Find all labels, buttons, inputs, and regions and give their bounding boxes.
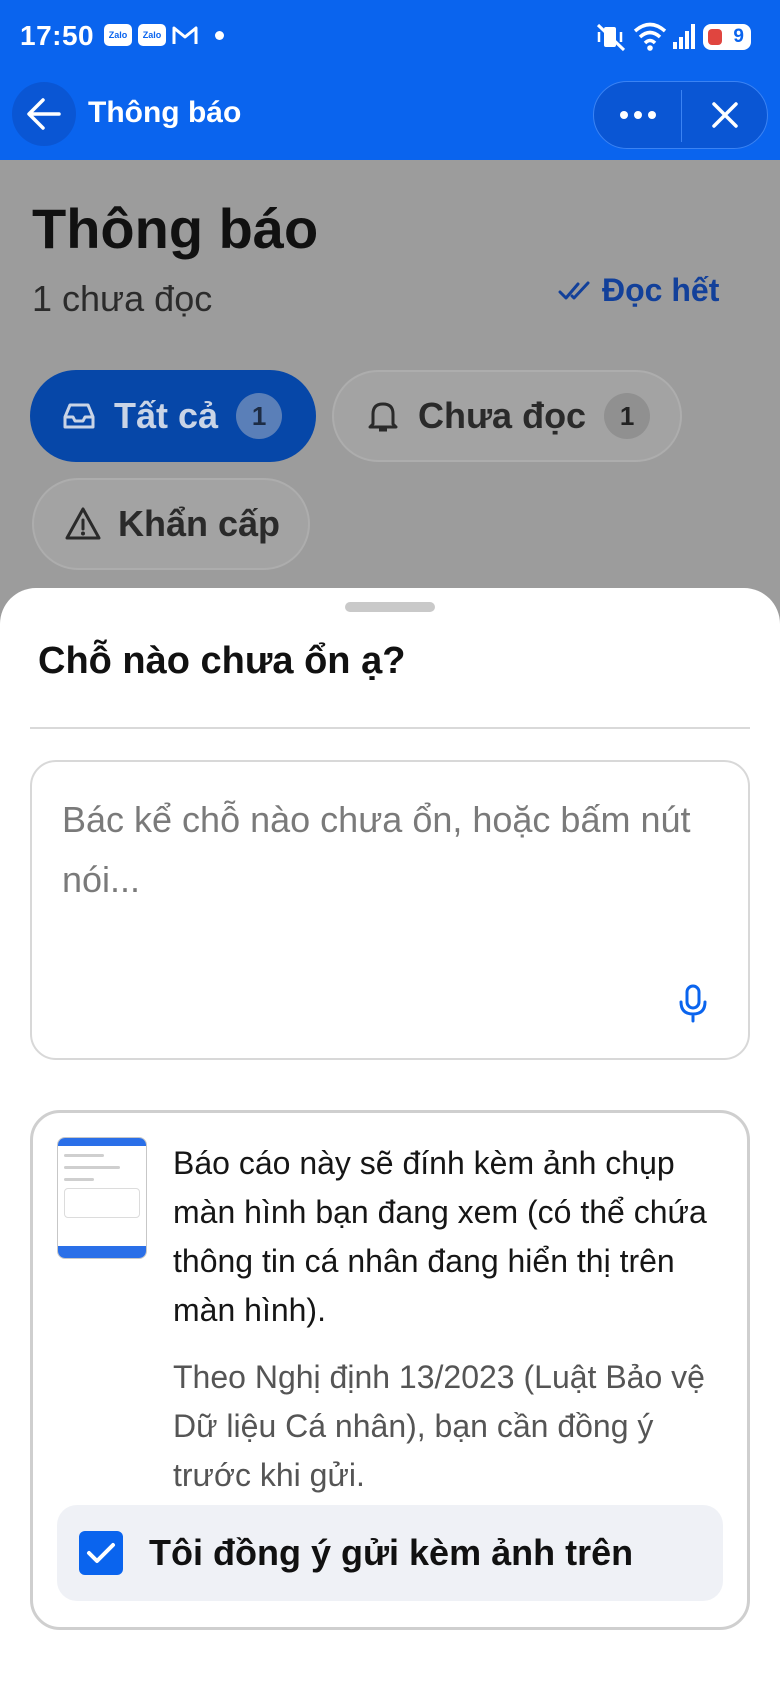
close-icon [712, 102, 738, 128]
more-options-button[interactable] [594, 82, 681, 148]
page-title: Thông báo [32, 197, 319, 260]
header-title: Thông báo [88, 96, 242, 129]
status-time: 17:50 [20, 20, 95, 51]
filter-chip-urgent-label: Khẩn cấp [118, 503, 281, 544]
cellular-signal-icon [673, 24, 695, 49]
feedback-input-box[interactable] [30, 760, 750, 1060]
zalo-notification-icon-2: Zalo [138, 24, 166, 46]
unread-count-text: 1 chưa đọc [32, 278, 213, 319]
checkmark-icon [87, 1543, 115, 1563]
notification-dot-icon [215, 31, 224, 40]
filter-chip-unread-label: Chưa đọc [418, 395, 587, 436]
sheet-title: Chỗ nào chưa ổn ạ? [38, 640, 406, 682]
bell-icon [368, 402, 398, 432]
sheet-divider [30, 727, 750, 729]
filter-chip-all-count: 1 [236, 393, 283, 439]
inbox-icon [63, 403, 95, 429]
feedback-bottom-sheet: Chỗ nào chưa ổn ạ? Báo cáo này sẽ đính k… [0, 588, 780, 1690]
read-all-button[interactable]: Đọc hết [558, 272, 719, 309]
arrow-left-icon [27, 98, 61, 130]
gmail-icon [172, 26, 198, 44]
back-button[interactable] [12, 82, 76, 146]
read-all-label: Đọc hết [602, 272, 720, 308]
screenshot-thumbnail[interactable] [57, 1137, 147, 1259]
battery-icon: 9 [703, 24, 751, 50]
screenshot-consent-box: Báo cáo này sẽ đính kèm ảnh chụp màn hìn… [30, 1110, 750, 1630]
warning-icon [65, 507, 101, 540]
status-bar: 17:50 Zalo Zalo 9 [0, 0, 780, 76]
agree-label: Tôi đồng ý gửi kèm ảnh trên [149, 1532, 634, 1573]
double-check-icon [558, 281, 590, 299]
header-actions [593, 81, 768, 149]
zalo-notification-icon: Zalo [104, 24, 132, 46]
top-bar: 17:50 Zalo Zalo 9 Thông báo [0, 0, 780, 160]
battery-level: 9 [733, 26, 744, 47]
filter-chip-urgent[interactable]: Khẩn cấp [32, 478, 310, 570]
close-button[interactable] [682, 82, 768, 148]
wifi-icon [633, 22, 667, 51]
agree-checkbox-row[interactable]: Tôi đồng ý gửi kèm ảnh trên [57, 1505, 723, 1601]
filter-chip-unread-count: 1 [604, 393, 651, 439]
filter-chip-unread[interactable]: Chưa đọc 1 [332, 370, 682, 462]
more-horizontal-icon [619, 111, 656, 119]
consent-description: Báo cáo này sẽ đính kèm ảnh chụp màn hìn… [173, 1145, 707, 1328]
legal-notice: Theo Nghị định 13/2023 (Luật Bảo vệ Dữ l… [173, 1359, 705, 1493]
filter-chip-all[interactable]: Tất cả 1 [30, 370, 316, 462]
filter-chip-all-label: Tất cả [114, 395, 219, 436]
voice-input-button[interactable] [668, 978, 718, 1028]
feedback-input[interactable] [62, 790, 712, 940]
agree-checkbox[interactable] [79, 1531, 123, 1575]
sheet-drag-handle[interactable] [345, 602, 435, 612]
vibrate-mute-icon [596, 23, 626, 52]
microphone-icon [679, 984, 707, 1023]
